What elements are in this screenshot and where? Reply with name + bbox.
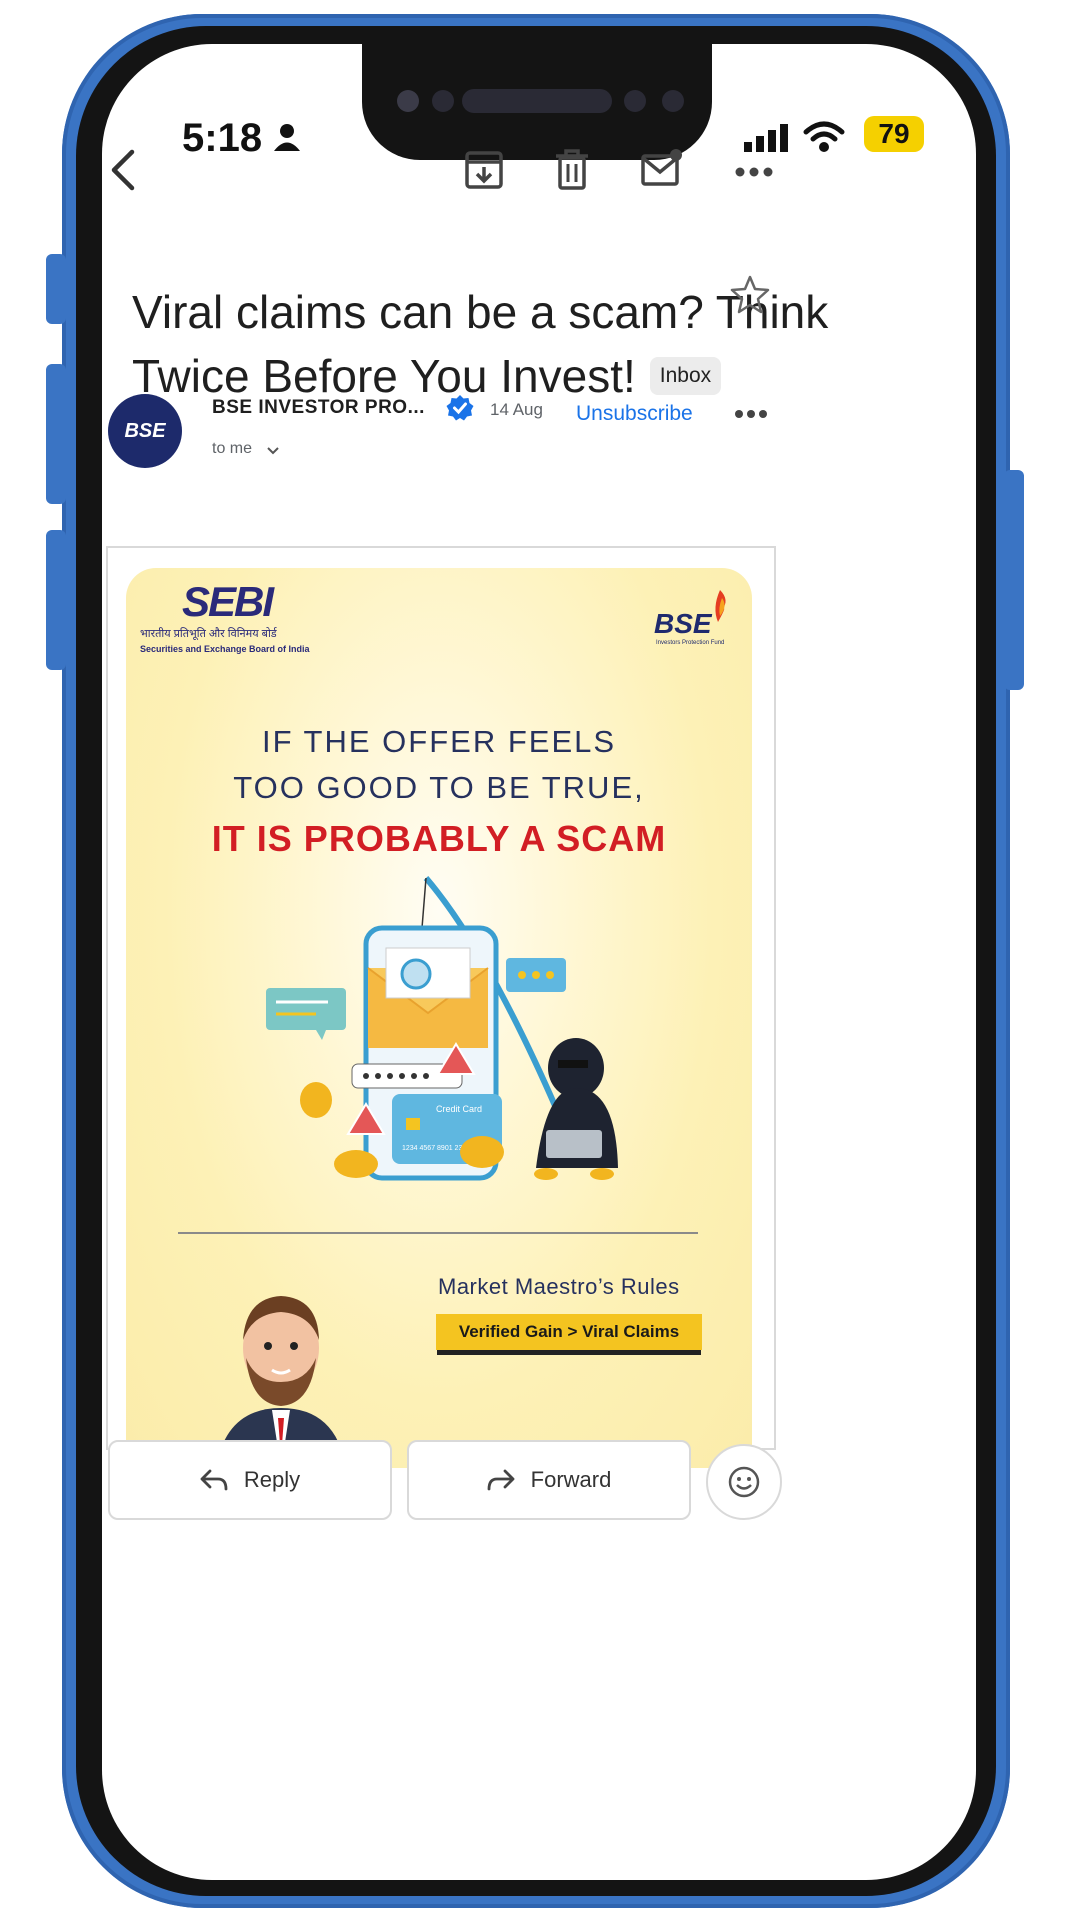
camera-icon [397, 90, 419, 112]
recipient-label[interactable]: to me [212, 440, 252, 458]
email-date: 14 Aug [490, 400, 543, 419]
chevron-down-icon[interactable] [266, 446, 280, 456]
credit-card-number: 1234 4567 8901 2345 [402, 1145, 470, 1152]
notch [362, 44, 712, 160]
emoji-reaction-button[interactable] [706, 1444, 782, 1520]
trash-icon[interactable] [554, 148, 590, 190]
sebi-english-name: Securities and Exchange Board of India [140, 644, 310, 654]
email-subject: Viral claims can be a scam? Think Twice … [132, 280, 832, 408]
forward-label: Forward [530, 1467, 612, 1492]
back-arrow-icon[interactable] [102, 146, 150, 194]
person-icon [274, 124, 300, 151]
sebi-hindi-name: भारतीय प्रतिभूति और विनिमय बोर्ड [140, 628, 277, 640]
market-maestro-title: Market Maestro’s Rules [438, 1274, 680, 1299]
rule-banner: Verified Gain > Viral Claims [436, 1314, 702, 1350]
headline-line-1: IF THE OFFER FEELS [261, 724, 617, 759]
forward-icon [487, 1469, 515, 1491]
forward-button[interactable]: Forward [407, 1440, 691, 1520]
bse-logo: BSE [654, 608, 712, 639]
message-more-icon[interactable] [734, 408, 768, 420]
scam-illustration: Credit Card 1234 4567 8901 2345 [266, 876, 618, 1181]
more-icon[interactable] [734, 166, 774, 178]
side-button-left-2 [46, 364, 66, 504]
signal-icon [744, 124, 788, 152]
status-time: 5:18 [182, 116, 263, 160]
subject-text: Twice Before You Invest! [132, 350, 636, 402]
verified-badge-icon [446, 395, 474, 421]
headline-line-2: TOO GOOD TO BE TRUE, [233, 770, 645, 805]
screen: 5:18 79 Viral claims can be a scam? Thin… [102, 44, 976, 1880]
email-body-frame: SEBI भारतीय प्रतिभूति और विनिमय बोर्ड Se… [106, 546, 776, 1468]
battery-indicator: 79 [864, 116, 924, 152]
side-button-left-1 [46, 254, 66, 324]
inbox-label[interactable]: Inbox [649, 356, 722, 395]
archive-icon[interactable] [464, 150, 504, 190]
credit-card-label: Credit Card [436, 1104, 482, 1114]
sensor-icon [662, 90, 684, 112]
mark-unread-icon[interactable] [640, 148, 684, 188]
bse-tagline: Investors Protection Fund [656, 640, 725, 646]
sensor-icon [624, 90, 646, 112]
wifi-icon [803, 121, 845, 152]
sebi-logo: SEBI [182, 578, 274, 625]
reply-button[interactable]: Reply [108, 1440, 392, 1520]
emoji-icon [728, 1466, 760, 1498]
sensor-icon [432, 90, 454, 112]
section-divider [178, 1232, 698, 1234]
reply-icon [200, 1469, 228, 1491]
star-icon[interactable] [730, 274, 770, 314]
side-button-left-3 [46, 530, 66, 670]
speaker-grille [462, 89, 612, 113]
sender-avatar[interactable]: BSE [108, 394, 182, 468]
subject-line-1: Viral claims can be a scam? Think [132, 286, 829, 338]
bse-flame-icon [715, 590, 726, 622]
email-creative-banner: SEBI भारतीय प्रतिभूति और विनिमय बोर्ड Se… [126, 568, 752, 1468]
headline-scam-warning: IT IS PROBABLY A SCAM [211, 818, 667, 859]
sender-name[interactable]: BSE INVESTOR PRO... [212, 397, 425, 419]
reply-label: Reply [243, 1467, 301, 1492]
unsubscribe-link[interactable]: Unsubscribe [576, 402, 693, 426]
side-button-right [1004, 470, 1024, 690]
